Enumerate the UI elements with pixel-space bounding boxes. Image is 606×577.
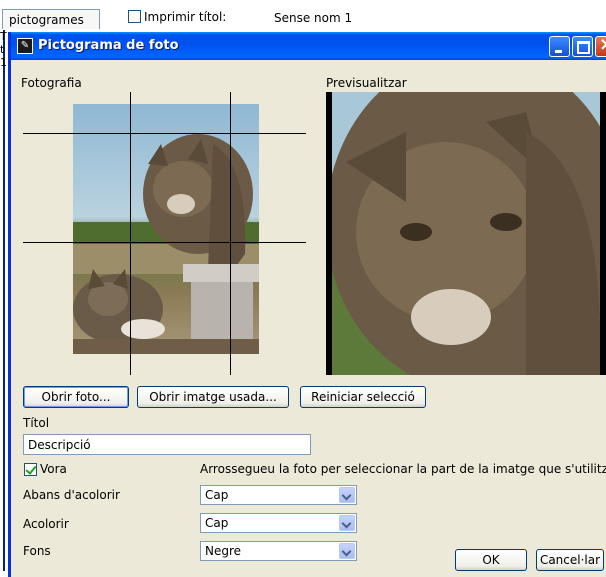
chevron-down-icon[interactable] — [339, 487, 355, 503]
maximize-icon[interactable] — [572, 36, 593, 57]
before-coloring-label: Abans d'acolorir — [23, 488, 120, 502]
background-select[interactable]: Negre — [200, 541, 357, 561]
document-name-field[interactable]: Sense nom 1 — [270, 9, 606, 27]
border-checkbox-label[interactable]: Vora — [40, 462, 67, 476]
chevron-down-icon[interactable] — [339, 543, 355, 559]
print-title-checkbox[interactable] — [128, 10, 141, 23]
crop-grid-line-bottom[interactable] — [23, 242, 306, 243]
chevron-down-icon[interactable] — [339, 515, 355, 531]
source-photo[interactable] — [73, 104, 259, 354]
coloring-select[interactable]: Cap — [200, 513, 357, 533]
reset-selection-button[interactable]: Reiniciar selecció — [300, 386, 426, 408]
title-label: Títol — [23, 416, 50, 430]
side-mark: T — [0, 30, 7, 43]
background-label: Fons — [23, 544, 51, 558]
dialog-titlebar[interactable]: ✎ Pictograma de foto — [11, 32, 606, 60]
open-photo-button[interactable]: Obrir foto... — [23, 386, 129, 408]
crop-grid-line-right[interactable] — [230, 92, 231, 375]
coloring-label: Acolorir — [23, 517, 69, 531]
background-app-toolbar: pictogrames Imprimir títol: Sense nom 1 — [0, 0, 606, 30]
ok-button[interactable]: OK — [455, 549, 527, 571]
print-title-option[interactable]: Imprimir títol: — [128, 10, 226, 24]
background-app-edge — [3, 30, 5, 571]
preview-image — [326, 92, 606, 375]
photo-pictogram-dialog: ✎ Pictograma de foto Fotografia Previsua… — [8, 32, 606, 577]
photo-label: Fotografia — [21, 76, 82, 90]
side-mark: 1 — [0, 56, 7, 69]
cancel-button[interactable]: Cancel·lar — [536, 549, 604, 571]
drag-hint-text: Arrossegueu la foto per seleccionar la p… — [200, 462, 606, 476]
border-checkbox[interactable] — [24, 463, 37, 476]
before-coloring-select[interactable]: Cap — [200, 485, 357, 505]
pictogrames-tab[interactable]: pictogrames — [2, 9, 100, 29]
coloring-value: Cap — [205, 516, 229, 530]
background-side-marks: T t 1 — [0, 30, 7, 69]
print-title-label: Imprimir títol: — [144, 10, 227, 24]
side-mark: t — [0, 43, 5, 56]
minimize-icon[interactable] — [549, 36, 570, 57]
cat-photo-image — [73, 104, 259, 354]
open-used-image-button[interactable]: Obrir imatge usada... — [137, 386, 289, 408]
close-icon[interactable] — [595, 34, 606, 57]
before-coloring-value: Cap — [205, 488, 229, 502]
preview-label: Previsualitzar — [326, 76, 407, 90]
preview-panel — [326, 92, 606, 375]
crop-grid-line-top[interactable] — [23, 133, 306, 134]
pictogram-app-icon: ✎ — [17, 38, 33, 54]
crop-grid-line-left[interactable] — [130, 92, 131, 375]
background-value: Negre — [205, 544, 242, 558]
dialog-title: Pictograma de foto — [38, 38, 179, 53]
title-input[interactable]: Descripció — [23, 434, 311, 455]
